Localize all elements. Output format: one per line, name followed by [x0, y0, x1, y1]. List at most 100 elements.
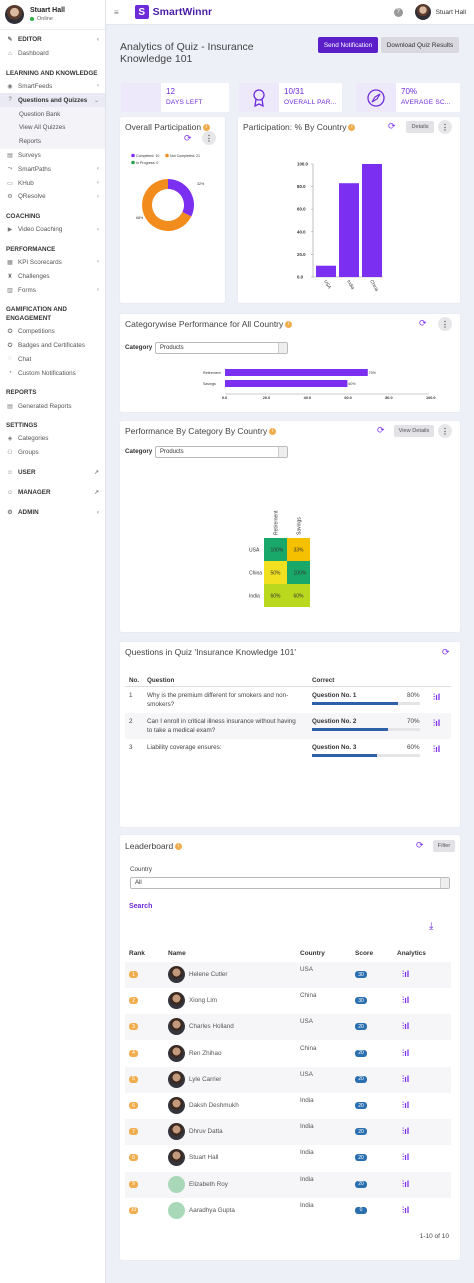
- sidebar-item-qresolve[interactable]: ⚙ QResolve ‹: [0, 190, 105, 204]
- refresh-icon[interactable]: ⟳: [377, 425, 385, 436]
- sidebar-item-view-all-quizzes[interactable]: View All Quizzes: [0, 120, 105, 135]
- legend-swatch: [131, 160, 135, 165]
- sidebar-item-custom-notifications[interactable]: ◔ Custom Notifications: [0, 366, 105, 380]
- pie-slice: [168, 179, 194, 217]
- avatar: [168, 1018, 185, 1036]
- help-icon[interactable]: ?: [393, 7, 403, 17]
- data-label: 60%: [348, 382, 356, 386]
- details-button[interactable]: Details: [406, 121, 434, 133]
- analytics-icon[interactable]: ⫶ıl: [433, 692, 440, 703]
- sidebar-item-question-bank[interactable]: Question Bank: [0, 107, 105, 121]
- table-row: 9 Elizabeth Roy India 20 ⫶ıl: [125, 1171, 451, 1198]
- analytics-icon[interactable]: ⫶ıl: [402, 1179, 409, 1190]
- sidebar-item-reports[interactable]: Reports: [0, 134, 105, 149]
- info-icon[interactable]: i: [285, 321, 293, 329]
- country-select[interactable]: All: [130, 877, 450, 889]
- sidebar-item-badges[interactable]: ✪ Badges and Certificates: [0, 339, 105, 353]
- analytics-icon[interactable]: ⫶ıl: [402, 1048, 409, 1059]
- refresh-icon[interactable]: ⟳: [388, 121, 396, 132]
- chevron-left-icon: ‹: [97, 83, 99, 90]
- info-icon[interactable]: i: [175, 843, 183, 851]
- video-icon: ▶: [7, 227, 13, 234]
- sidebar-group-admin[interactable]: ⚙ ADMIN ‹: [0, 503, 105, 523]
- refresh-icon[interactable]: ⟳: [416, 840, 424, 851]
- sidebar-item-generated-reports[interactable]: ▤ Generated Reports: [0, 399, 105, 413]
- sidebar-item-competitions[interactable]: ✪ Competitions: [0, 325, 105, 339]
- category-select[interactable]: Products: [155, 342, 288, 354]
- card-title: Questions in Quiz 'Insurance Knowledge 1…: [125, 647, 296, 657]
- chevron-down-icon: [278, 447, 287, 457]
- sidebar-group-manager[interactable]: ☺ MANAGER ↗: [0, 483, 105, 503]
- sidebar-item-categories[interactable]: ◈ Categories: [0, 432, 105, 446]
- book-icon: ▭: [7, 180, 13, 187]
- bar: [362, 164, 382, 277]
- stat-value: 12: [166, 87, 175, 96]
- sidebar-item-smartpaths[interactable]: ⤳ SmartPaths ‹: [0, 162, 105, 176]
- avatar: [168, 1097, 185, 1114]
- info-icon[interactable]: i: [269, 428, 277, 436]
- refresh-icon[interactable]: ⟳: [184, 133, 192, 144]
- analytics-icon[interactable]: ⫶ıl: [402, 1100, 409, 1111]
- download-quiz-results-button[interactable]: Download Quiz Results: [381, 37, 459, 53]
- x-tick-label: USA: [323, 279, 333, 290]
- sidebar-item-challenges[interactable]: ♜ Challenges: [0, 269, 105, 283]
- sidebar-item-questions-quizzes[interactable]: ? Questions and Quizzes ⌄: [0, 93, 105, 108]
- download-icon[interactable]: ⤓: [429, 921, 433, 932]
- sidebar-item-dashboard[interactable]: ⌂ Dashboard: [0, 47, 105, 61]
- legend-item: In Progress: 0: [136, 161, 158, 165]
- analytics-icon[interactable]: ⫶ıl: [402, 1126, 409, 1137]
- refresh-icon[interactable]: ⟳: [419, 318, 427, 329]
- user-icon: ☺: [6, 469, 14, 476]
- sidebar-item-groups[interactable]: ⚇ Groups: [0, 446, 105, 460]
- sidebar-item-khub[interactable]: ▭ KHub ‹: [0, 176, 105, 190]
- analytics-icon[interactable]: ⫶ıl: [402, 1021, 409, 1032]
- score-badge: 20: [355, 1023, 367, 1031]
- analytics-icon[interactable]: ⫶ıl: [402, 1152, 409, 1163]
- table-row: 4 Ren Zhihao China 20 ⫶ıl: [125, 1041, 451, 1067]
- analytics-icon[interactable]: ⫶ıl: [433, 718, 440, 729]
- chevron-left-icon: ‹: [97, 287, 99, 294]
- stat-label: AVERAGE SC...: [401, 99, 451, 106]
- edit-icon: ✎: [7, 37, 13, 44]
- sidebar-item-kpi-scorecards[interactable]: ▦ KPI Scorecards ‹: [0, 256, 105, 270]
- avatar: [168, 1201, 185, 1219]
- sidebar-item-video-coaching[interactable]: ▶ Video Coaching ‹: [0, 223, 105, 237]
- sidebar-item-chat[interactable]: ◌ Chat: [0, 353, 105, 367]
- more-options-icon[interactable]: ⋮: [438, 424, 452, 438]
- sidebar-group-editor[interactable]: ✎ EDITOR ‹: [0, 33, 105, 47]
- more-options-icon[interactable]: ⋮: [438, 120, 452, 134]
- topbar-user[interactable]: Stuart Hall: [414, 4, 466, 20]
- info-icon[interactable]: i: [348, 124, 356, 132]
- menu-icon[interactable]: ≡: [114, 8, 119, 17]
- rank-badge: 5: [129, 1075, 138, 1083]
- category-select[interactable]: Products: [155, 446, 288, 458]
- logo[interactable]: S SmartWinnr: [134, 5, 212, 19]
- sidebar-user[interactable]: Stuart Hall Online: [0, 0, 105, 30]
- sidebar-item-forms[interactable]: ▥ Forms ‹: [0, 283, 105, 297]
- player-name: Daksh Deshmukh: [189, 1102, 239, 1109]
- player-name: Aaradhya Gupta: [189, 1206, 235, 1214]
- player-name: Lyle Carrier: [189, 1075, 222, 1083]
- sidebar-group-user[interactable]: ☺ USER ↗: [0, 463, 105, 483]
- sidebar-item-surveys[interactable]: ▤ Surveys: [0, 149, 105, 163]
- x-tick-label: India: [346, 279, 356, 291]
- search-link[interactable]: Search: [129, 903, 152, 910]
- more-options-icon[interactable]: ⋮: [438, 317, 452, 331]
- analytics-icon[interactable]: ⫶ıl: [402, 1074, 409, 1085]
- refresh-icon[interactable]: ⟳: [442, 647, 450, 658]
- row-label: USA: [249, 548, 260, 554]
- filter-button[interactable]: Filter: [433, 840, 455, 852]
- sidebar-item-smartfeeds[interactable]: ◉ SmartFeeds ‹: [0, 80, 105, 94]
- analytics-icon[interactable]: ⫶ıl: [402, 995, 409, 1006]
- progress-fill: [312, 702, 399, 705]
- question-text: Why is the premium different for smokers…: [147, 692, 289, 708]
- more-options-icon[interactable]: ⋮: [202, 131, 216, 145]
- score-badge: 30: [355, 971, 367, 978]
- send-notification-button[interactable]: Send Notification: [318, 37, 378, 53]
- analytics-icon[interactable]: ⫶ıl: [433, 744, 440, 755]
- cell-label: 33%: [294, 548, 305, 554]
- analytics-icon[interactable]: ⫶ıl: [402, 969, 409, 980]
- view-details-button[interactable]: View Details: [394, 425, 434, 437]
- x-tick-label: 20.0: [263, 396, 270, 400]
- analytics-icon[interactable]: ⫶ıl: [402, 1205, 409, 1216]
